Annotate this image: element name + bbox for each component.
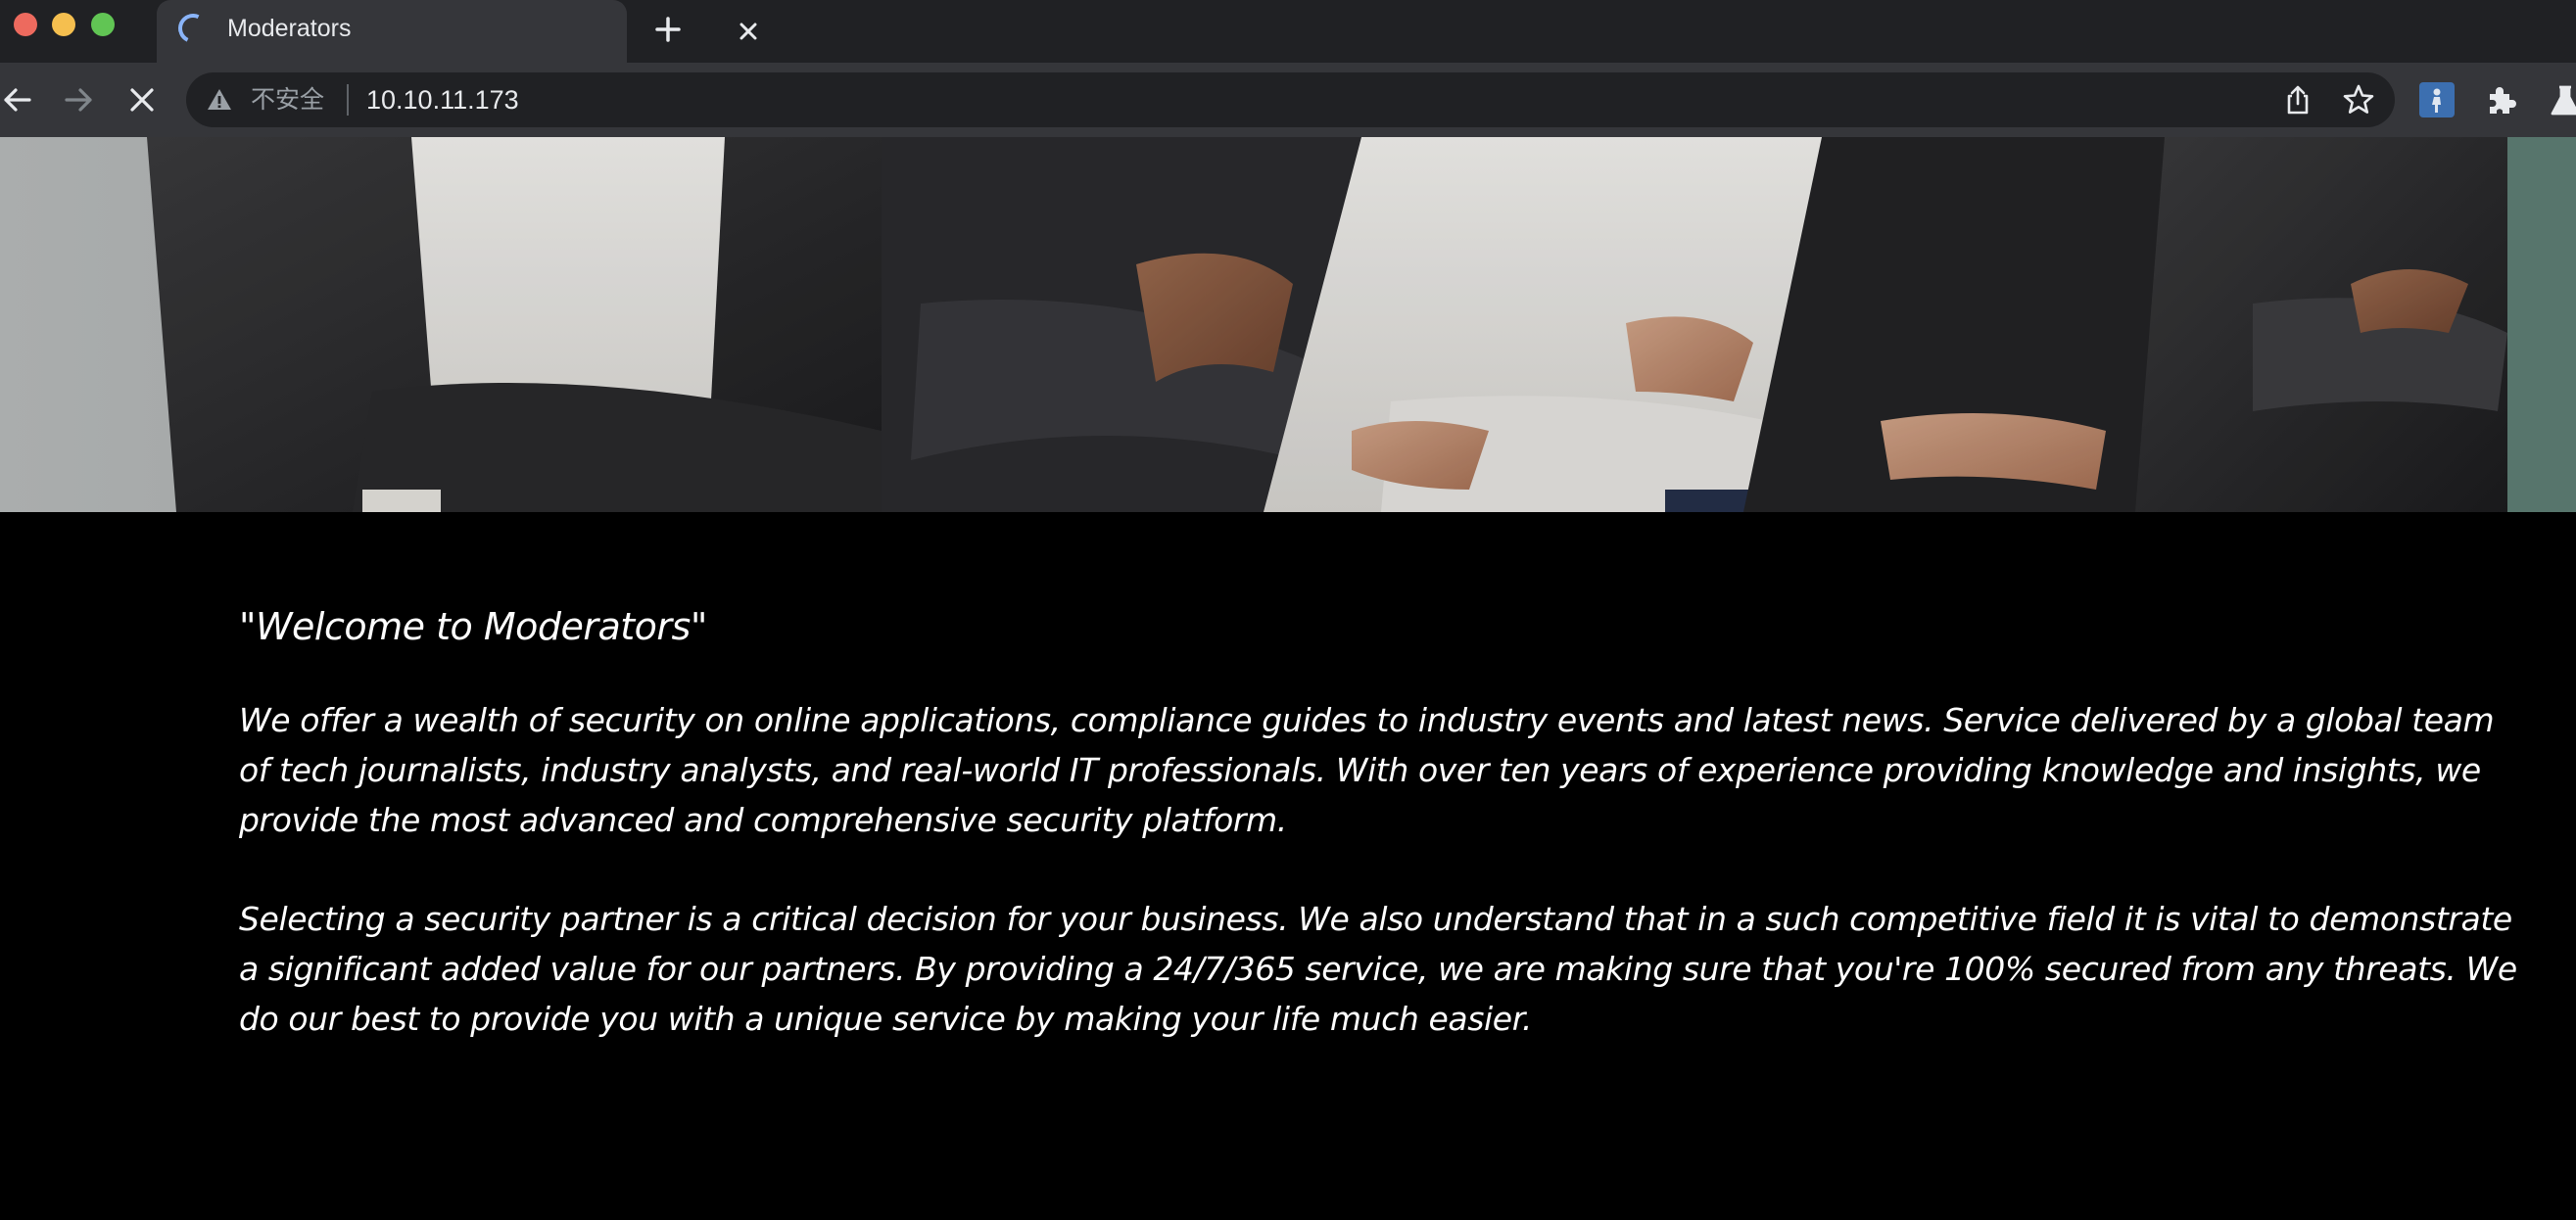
tab-strip: Moderators bbox=[0, 0, 2576, 63]
window-zoom-button[interactable] bbox=[91, 13, 115, 36]
window-minimize-button[interactable] bbox=[52, 13, 75, 36]
puzzle-icon[interactable] bbox=[2482, 82, 2519, 119]
extension-icon[interactable] bbox=[2419, 82, 2455, 117]
hero-image bbox=[0, 137, 2576, 512]
page-viewport: "Welcome to Moderators" We offer a wealt… bbox=[0, 137, 2576, 1220]
tab-moderators[interactable]: Moderators bbox=[157, 0, 757, 63]
partner-paragraph: Selecting a security partner is a critic… bbox=[239, 900, 2517, 1038]
share-icon[interactable] bbox=[2280, 82, 2315, 117]
forward-arrow-icon[interactable] bbox=[59, 80, 98, 119]
intro-paragraph: We offer a wealth of security on online … bbox=[239, 701, 2495, 839]
browser-toolbar: 不安全 10.10.11.173 bbox=[0, 63, 2576, 137]
stop-icon[interactable] bbox=[122, 80, 162, 119]
welcome-heading: "Welcome to Moderators" bbox=[239, 605, 707, 648]
close-icon[interactable] bbox=[729, 12, 768, 51]
loading-spinner-icon bbox=[173, 9, 213, 48]
security-status-label[interactable]: 不安全 bbox=[251, 85, 324, 115]
warning-icon[interactable] bbox=[206, 86, 233, 114]
main-content: "Welcome to Moderators" We offer a wealt… bbox=[239, 603, 2531, 1093]
address-bar[interactable]: 不安全 10.10.11.173 bbox=[186, 72, 2395, 127]
back-arrow-icon[interactable] bbox=[0, 80, 39, 119]
tab-title: Moderators bbox=[227, 15, 352, 42]
star-icon[interactable] bbox=[2341, 82, 2376, 117]
window-close-button[interactable] bbox=[14, 13, 37, 36]
address-divider bbox=[347, 84, 349, 116]
url-text[interactable]: 10.10.11.173 bbox=[366, 85, 519, 115]
plus-icon[interactable] bbox=[648, 10, 688, 49]
browser-window: Moderators 不安全 10.10.11.173 "Welcome to … bbox=[0, 0, 2576, 1220]
lab-flask-icon[interactable] bbox=[2547, 82, 2576, 119]
